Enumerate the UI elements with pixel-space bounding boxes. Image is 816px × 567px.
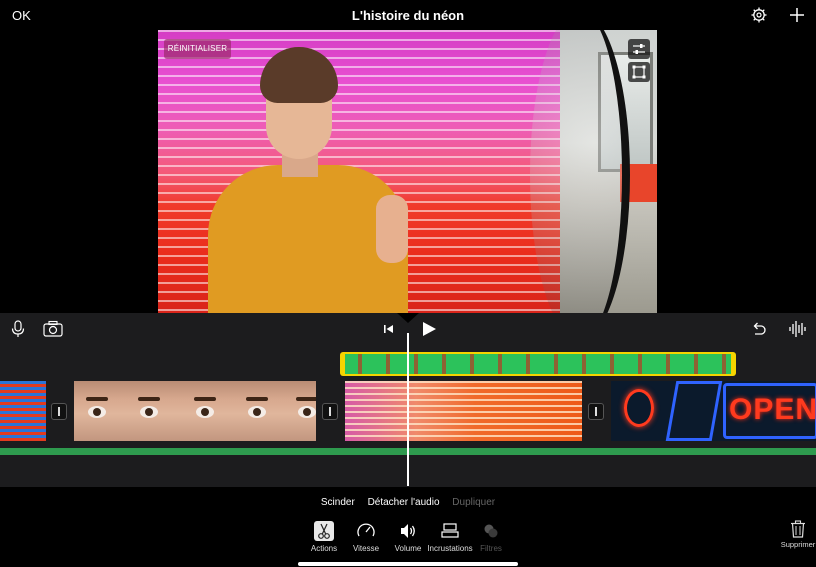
gear-icon[interactable] xyxy=(751,7,767,23)
eye xyxy=(248,406,266,418)
presenter-figure xyxy=(208,45,448,313)
neon-o-shape xyxy=(624,389,654,427)
eye xyxy=(196,406,214,418)
video-viewer[interactable]: RÉINITIALISER xyxy=(0,30,816,313)
eyebrow xyxy=(138,397,160,401)
action-tabs: Scinder Détacher l'audio Dupliquer xyxy=(0,497,816,508)
delete-label: Supprimer xyxy=(780,540,816,549)
transition-icon[interactable] xyxy=(51,403,67,420)
eye xyxy=(298,406,316,418)
detach-audio-button[interactable]: Détacher l'audio xyxy=(368,497,440,508)
reset-button[interactable]: RÉINITIALISER xyxy=(164,39,231,59)
playhead-line xyxy=(407,333,409,486)
overlay-layers-icon xyxy=(440,521,460,541)
neon-open-text: OPEN xyxy=(729,393,816,426)
playhead-marker xyxy=(397,313,419,323)
delete-button[interactable]: Supprimer xyxy=(779,520,816,549)
trash-icon xyxy=(790,520,806,538)
green-screen-clip[interactable] xyxy=(340,352,736,376)
inspector-panel: Scinder Détacher l'audio Dupliquer Actio… xyxy=(0,487,816,567)
eyebrow xyxy=(296,397,316,401)
speedometer-icon xyxy=(356,521,376,541)
filters-icon xyxy=(481,521,501,541)
neon-sign-frame xyxy=(665,381,723,441)
tool-filters[interactable]: Filtres xyxy=(465,521,517,553)
video-preview[interactable]: RÉINITIALISER xyxy=(158,30,657,313)
video-clip-eyes[interactable] xyxy=(74,381,316,441)
home-indicator xyxy=(298,562,518,566)
camera-icon[interactable] xyxy=(43,320,63,338)
project-title: L'histoire du néon xyxy=(351,8,465,23)
plus-icon[interactable] xyxy=(789,7,805,23)
video-clip-neon-tubes[interactable] xyxy=(345,381,582,441)
speaker-icon xyxy=(398,521,418,541)
eye xyxy=(140,406,158,418)
green-screen-thumbnails xyxy=(345,354,731,374)
audio-waveform-icon[interactable] xyxy=(788,320,808,338)
eye xyxy=(88,406,106,418)
thumbs-up-hand xyxy=(376,195,408,263)
tool-label: Filtres xyxy=(480,544,502,553)
top-bar: OK L'histoire du néon xyxy=(0,0,816,30)
undo-icon[interactable] xyxy=(750,320,768,338)
transition-icon[interactable] xyxy=(588,403,604,420)
video-clip-neon-blue[interactable] xyxy=(0,381,46,441)
split-button[interactable]: Scinder xyxy=(321,497,355,508)
eyebrow xyxy=(194,397,216,401)
video-clip-open-sign[interactable]: OPEN xyxy=(611,381,816,441)
microphone-icon[interactable] xyxy=(9,320,27,338)
transition-icon[interactable] xyxy=(322,403,338,420)
scissors-icon xyxy=(314,521,334,541)
skip-to-start-icon[interactable] xyxy=(380,320,398,338)
sliders-icon[interactable] xyxy=(628,39,650,59)
play-icon[interactable] xyxy=(420,320,438,338)
reflector-disc xyxy=(530,30,630,313)
eyebrow xyxy=(246,397,268,401)
eyebrow xyxy=(86,397,108,401)
presenter-hair xyxy=(260,47,338,103)
crop-frame-icon[interactable] xyxy=(628,62,650,82)
duplicate-button[interactable]: Dupliquer xyxy=(452,497,495,508)
